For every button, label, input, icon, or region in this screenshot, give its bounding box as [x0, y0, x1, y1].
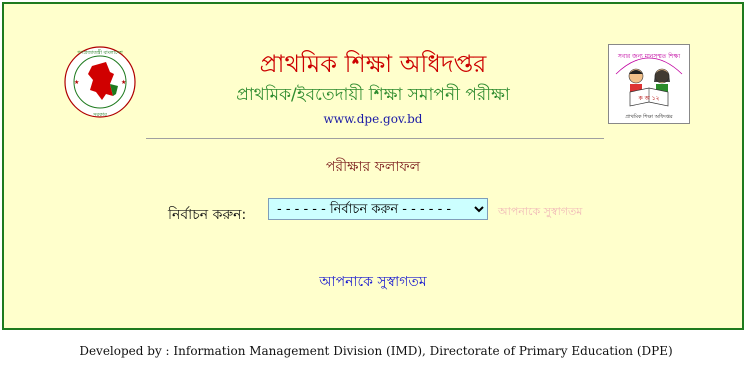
welcome-link[interactable]: আপনাকে সুস্বাগতম: [4, 270, 742, 294]
header-divider: [146, 138, 604, 139]
faded-welcome-text: আপনাকে সুস্বাগতম: [498, 205, 583, 218]
section-title: পরীক্ষার ফলাফল: [325, 159, 421, 175]
page-title: প্রাথমিক শিক্ষা অধিদপ্তর: [259, 50, 487, 78]
main-panel: গণপ্রজাতন্ত্রী বাংলাদেশ সরকার ★ ★ সবার জ…: [2, 2, 744, 330]
exam-select-label: নির্বাচন করুন:: [168, 207, 247, 223]
page-subtitle: প্রাথমিক/ইবতেদায়ী শিক্ষা সমাপনী পরীক্ষা: [236, 85, 510, 105]
exam-select[interactable]: - - - - - - নির্বাচন করুন - - - - - -: [268, 198, 488, 220]
footer-credit: Developed by : Information Management Di…: [79, 344, 673, 358]
website-link[interactable]: www.dpe.gov.bd: [4, 112, 742, 126]
